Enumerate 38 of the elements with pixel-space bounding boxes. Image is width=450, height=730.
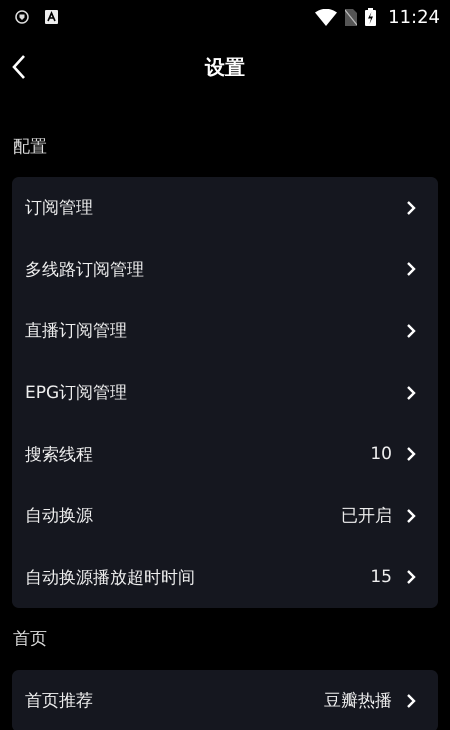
- keyboard-app-icon: [45, 10, 58, 24]
- row-value: 已开启: [341, 505, 392, 528]
- settings-row[interactable]: 首页推荐 豆瓣热播: [12, 670, 438, 730]
- settings-row[interactable]: 搜索线程 10: [12, 423, 438, 485]
- chevron-right-icon: [406, 446, 416, 462]
- back-button[interactable]: [12, 54, 26, 80]
- chevron-right-icon: [406, 384, 416, 401]
- chevron-right-icon: [406, 322, 416, 339]
- row-label: 订阅管理: [25, 197, 93, 220]
- row-label: 直播订阅管理: [25, 320, 127, 342]
- settings-row[interactable]: 直播订阅管理: [12, 300, 438, 362]
- settings-row[interactable]: 多线路订阅管理: [12, 238, 438, 300]
- row-value: 15: [370, 567, 392, 588]
- settings-row[interactable]: 订阅管理: [12, 177, 438, 239]
- chevron-right-icon: [406, 200, 416, 216]
- row-label: 搜索线程: [25, 444, 93, 466]
- row-value: 豆瓣热播: [324, 690, 392, 712]
- row-label: EPG订阅管理: [25, 382, 128, 404]
- shield-icon: [15, 10, 29, 24]
- settings-row[interactable]: 自动换源 已开启: [12, 484, 438, 547]
- page-title: 设置: [205, 54, 245, 80]
- clock-time: 11:24: [388, 6, 440, 28]
- row-label: 首页推荐: [25, 690, 93, 712]
- row-value: 10: [370, 444, 392, 464]
- row-label: 自动换源: [25, 505, 93, 528]
- row-label: 自动换源播放超时时间: [25, 566, 195, 589]
- section-title: 首页: [12, 628, 48, 652]
- row-label: 多线路订阅管理: [25, 258, 144, 281]
- wifi-icon: [315, 8, 338, 26]
- chevron-right-icon: [406, 569, 416, 586]
- no-sim-icon: [345, 8, 358, 26]
- battery-charging-icon: [365, 8, 376, 26]
- section-title: 配置: [12, 136, 48, 159]
- settings-row[interactable]: EPG订阅管理: [12, 362, 438, 424]
- chevron-right-icon: [406, 692, 416, 709]
- chevron-right-icon: [406, 261, 416, 278]
- settings-row[interactable]: 自动换源播放超时时间 15: [12, 546, 438, 608]
- chevron-right-icon: [406, 508, 416, 524]
